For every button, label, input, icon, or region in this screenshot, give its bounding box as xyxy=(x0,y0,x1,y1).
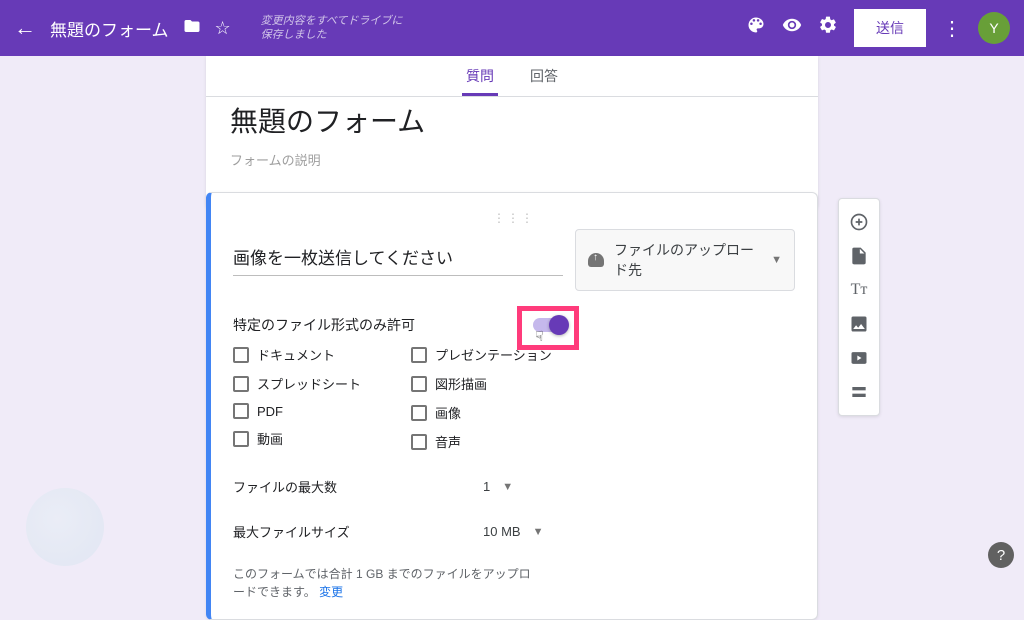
import-questions-icon[interactable] xyxy=(841,239,877,273)
header-right: 送信 ⋮ Y xyxy=(746,9,1010,47)
folder-icon[interactable] xyxy=(183,17,201,40)
settings-gear-icon[interactable] xyxy=(818,15,838,41)
account-avatar[interactable]: Y xyxy=(978,12,1010,44)
add-image-icon[interactable] xyxy=(841,307,877,341)
filetype-document[interactable]: ドキュメント xyxy=(233,345,361,364)
allow-specific-label: 特定のファイル形式のみ許可 xyxy=(233,315,533,335)
filetype-image[interactable]: 画像 xyxy=(411,403,552,422)
filetype-audio[interactable]: 音声 xyxy=(411,432,552,451)
app-header: ← 無題のフォーム ☆ 変更内容をすべてドライブに保存しました 送信 ⋮ Y xyxy=(0,0,1024,56)
filetype-presentation[interactable]: プレゼンテーション xyxy=(411,345,552,364)
filetype-pdf[interactable]: PDF xyxy=(233,403,361,419)
filetype-drawing[interactable]: 図形描画 xyxy=(411,374,552,393)
form-title-header[interactable]: 無題のフォーム xyxy=(50,16,169,41)
max-files-dropdown[interactable]: 1▼ xyxy=(483,479,513,494)
header-left: ← 無題のフォーム ☆ 変更内容をすべてドライブに保存しました xyxy=(14,14,411,43)
cursor-pointer-icon: ☟ xyxy=(535,328,544,345)
add-section-icon[interactable] xyxy=(841,375,877,409)
chevron-down-icon: ▼ xyxy=(771,254,782,266)
filetype-spreadsheet[interactable]: スプレッドシート xyxy=(233,374,361,393)
side-toolbar: Tᴛ xyxy=(838,198,880,416)
form-title[interactable]: 無題のフォーム xyxy=(230,100,794,140)
save-status: 変更内容をすべてドライブに保存しました xyxy=(261,14,411,43)
chevron-down-icon: ▼ xyxy=(533,526,544,538)
add-question-icon[interactable] xyxy=(841,205,877,239)
form-description[interactable]: フォームの説明 xyxy=(230,150,794,169)
question-card: ⋮⋮⋮ 画像を一枚送信してください ファイルのアップロード先 ▼ 特定のファイル… xyxy=(206,192,818,620)
drag-handle-icon[interactable]: ⋮⋮⋮ xyxy=(233,211,795,225)
decorative-avatar xyxy=(26,488,104,566)
more-vert-icon[interactable]: ⋮ xyxy=(942,16,962,41)
palette-icon[interactable] xyxy=(746,15,766,41)
tab-responses[interactable]: 回答 xyxy=(526,54,562,96)
question-type-label: ファイルのアップロード先 xyxy=(614,240,763,280)
chevron-down-icon: ▼ xyxy=(502,481,513,493)
preview-eye-icon[interactable] xyxy=(782,15,802,41)
max-files-label: ファイルの最大数 xyxy=(233,477,483,496)
upload-limit-note: このフォームでは合計 1 GB までのファイルをアップロードできます。 変更 xyxy=(233,565,533,601)
help-icon[interactable]: ? xyxy=(988,542,1014,568)
file-type-grid: ドキュメント スプレッドシート PDF 動画 プレゼンテーション 図形描画 画像… xyxy=(233,345,795,451)
question-type-dropdown[interactable]: ファイルのアップロード先 ▼ xyxy=(575,229,795,291)
cloud-upload-icon xyxy=(588,253,604,267)
add-title-icon[interactable]: Tᴛ xyxy=(841,273,877,307)
tabs-bar: 質問 回答 xyxy=(206,56,818,97)
back-arrow-icon[interactable]: ← xyxy=(14,15,36,41)
star-icon[interactable]: ☆ xyxy=(215,18,231,39)
tab-questions[interactable]: 質問 xyxy=(462,54,498,96)
toggle-knob xyxy=(549,315,569,335)
change-limit-link[interactable]: 変更 xyxy=(319,585,343,599)
filetype-video[interactable]: 動画 xyxy=(233,429,361,448)
question-title-input[interactable]: 画像を一枚送信してください xyxy=(233,244,563,276)
max-size-dropdown[interactable]: 10 MB▼ xyxy=(483,524,543,539)
max-size-label: 最大ファイルサイズ xyxy=(233,522,483,541)
send-button[interactable]: 送信 xyxy=(854,9,926,47)
add-video-icon[interactable] xyxy=(841,341,877,375)
